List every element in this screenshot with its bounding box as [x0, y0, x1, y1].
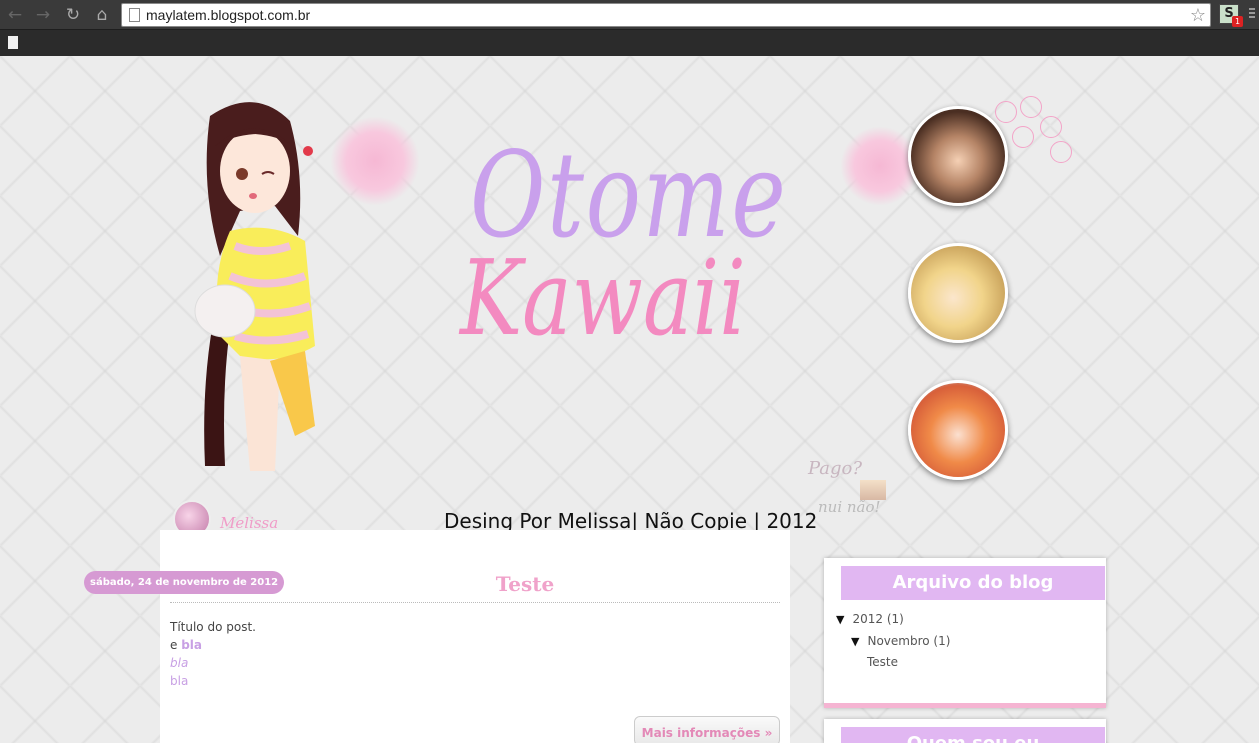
read-more-button[interactable]: Mais informações » [634, 716, 780, 743]
address-bar[interactable]: maylatem.blogspot.com.br ☆ [121, 3, 1211, 27]
pink-paint-splash [330, 116, 420, 206]
blog-header: Otome Kawaii Melissa Desing Por Melissa|… [160, 96, 1120, 556]
post-body: Título do post. e bla bla bla [170, 618, 256, 690]
about-widget-title: Quem sou eu [841, 727, 1105, 743]
post-title-text[interactable]: Teste [496, 572, 555, 596]
anime-girl-illustration [194, 102, 315, 471]
stamp-text-bottom: nui não! [818, 498, 881, 516]
bookmark-page-icon[interactable] [8, 36, 18, 49]
url-text[interactable]: maylatem.blogspot.com.br [146, 7, 310, 23]
stamp-text-top: Pago? [808, 458, 863, 479]
pink-paint-splash-right [840, 126, 920, 206]
archive-post-link[interactable]: Teste [867, 655, 898, 669]
reload-icon[interactable]: ↻ [62, 5, 84, 25]
bookmarks-bar [0, 31, 1259, 56]
archive-year-row[interactable]: ▼ 2012 (1) [836, 612, 904, 626]
collapse-triangle-icon[interactable]: ▼ [851, 635, 859, 648]
back-icon[interactable]: ← [4, 5, 26, 25]
toolbar: ← → ↻ ⌂ maylatem.blogspot.com.br ☆ S 1 [0, 0, 1259, 30]
post-divider [170, 602, 780, 603]
forward-icon[interactable]: → [32, 5, 54, 25]
blog-archive-widget: Arquivo do blog ▼ 2012 (1) ▼ Novembro (1) … [824, 558, 1106, 708]
post-line-2: e bla [170, 636, 256, 654]
archive-widget-title: Arquivo do blog [841, 566, 1105, 600]
stamp-graphic: Pago? nui não! [808, 458, 898, 538]
archive-year-count: (1) [886, 612, 904, 626]
star-icon[interactable]: ☆ [1190, 5, 1206, 26]
about-widget: Quem sou eu [824, 719, 1106, 743]
stamp-photo [860, 480, 886, 500]
archive-month[interactable]: Novembro [867, 634, 929, 648]
character-circle-3 [908, 380, 1008, 480]
home-icon[interactable]: ⌂ [91, 5, 113, 25]
archive-month-count: (1) [933, 634, 951, 648]
blog-logo-kawaii: Kawaii [460, 237, 746, 359]
character-circle-2 [908, 243, 1008, 343]
page-icon [129, 8, 140, 22]
extension-badge: 1 [1232, 16, 1243, 27]
archive-year[interactable]: 2012 [852, 612, 883, 626]
collapse-triangle-icon[interactable]: ▼ [836, 613, 844, 626]
character-circle-1 [908, 106, 1008, 206]
menu-icon[interactable] [1249, 8, 1255, 22]
post-line-4: bla [170, 674, 189, 688]
post-title[interactable]: Teste [160, 572, 890, 596]
browser-chrome: ← → ↻ ⌂ maylatem.blogspot.com.br ☆ S 1 [0, 0, 1259, 56]
post-line-3: bla [170, 656, 189, 670]
post-line-2-bold: bla [181, 638, 203, 652]
archive-month-row[interactable]: ▼ Novembro (1) [851, 634, 950, 648]
post-line-1: Título do post. [170, 620, 256, 634]
post-line-2-prefix: e [170, 638, 182, 652]
